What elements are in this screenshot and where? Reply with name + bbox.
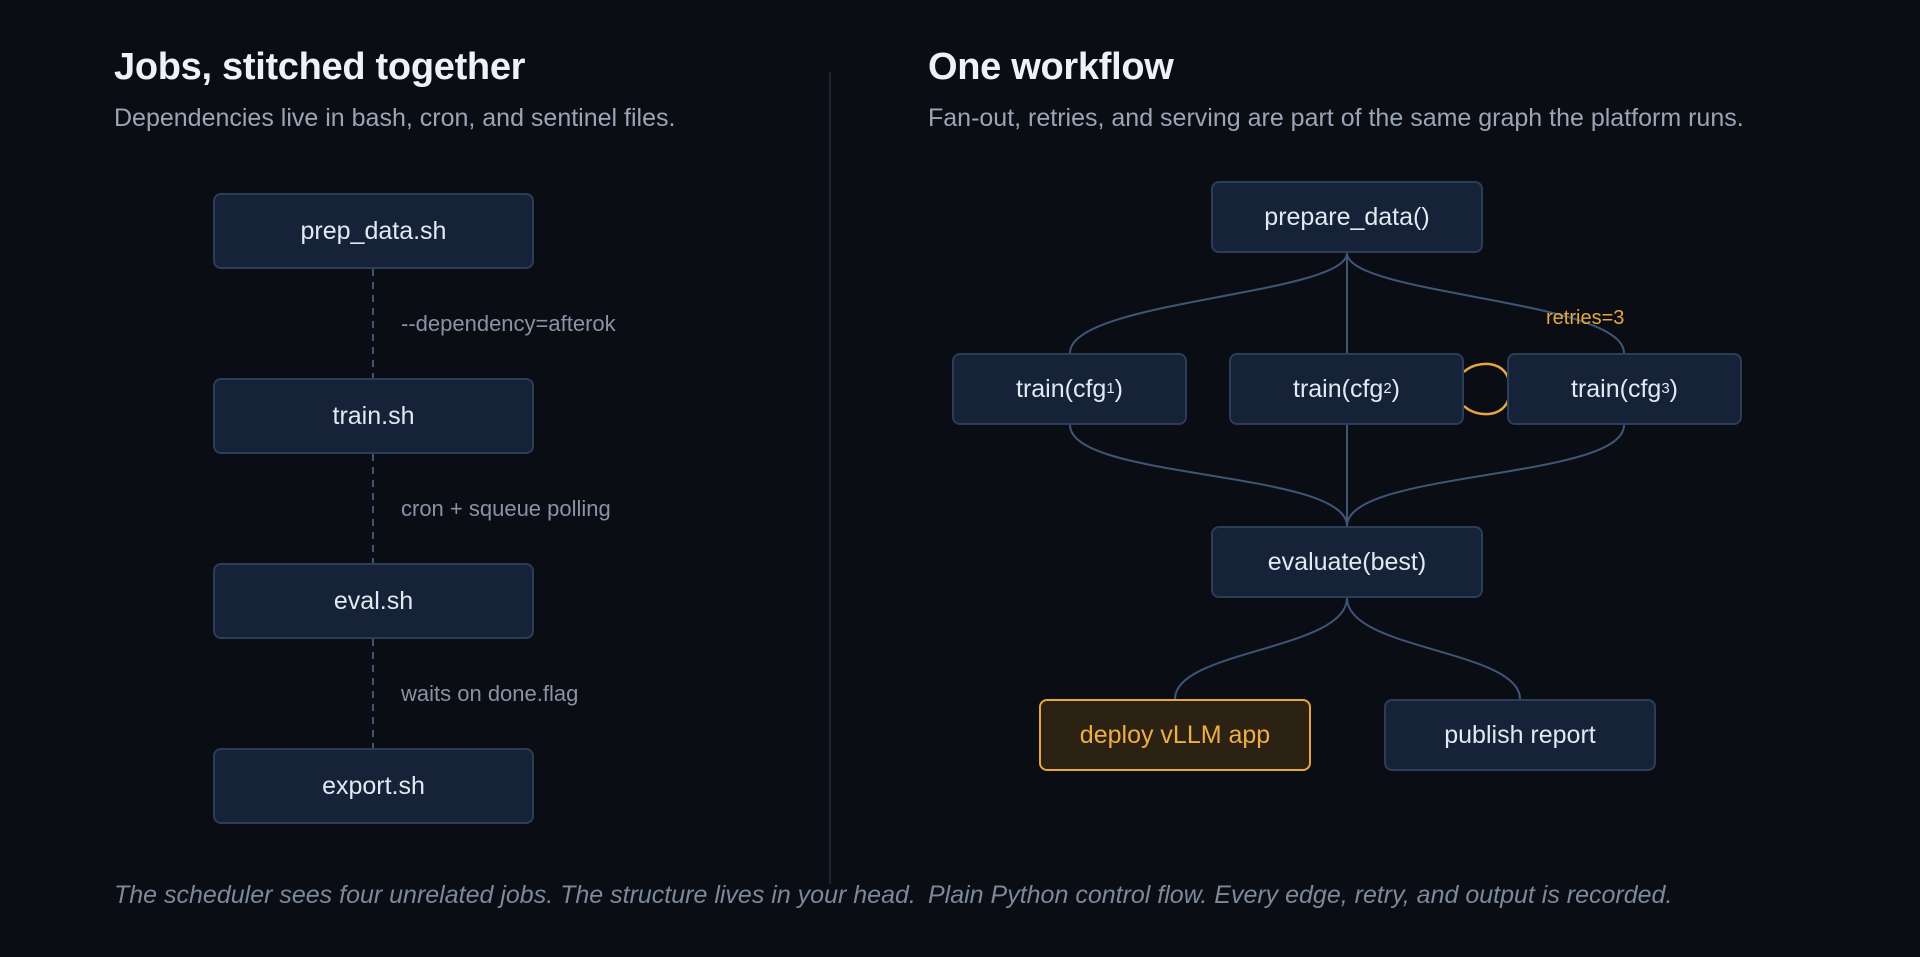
node-train-cfg3-suffix: ) <box>1669 374 1678 403</box>
right-caption: Plain Python control flow. Every edge, r… <box>928 881 1673 909</box>
left-title: Jobs, stitched together <box>114 46 526 88</box>
panel-divider <box>829 72 831 884</box>
node-train-cfg2-suffix: ) <box>1391 374 1400 403</box>
left-subtitle: Dependencies live in bash, cron, and sen… <box>114 104 676 132</box>
node-evaluate-best: evaluate(best) <box>1211 526 1483 598</box>
edge-evaluate-deploy <box>1174 597 1348 700</box>
node-prepare-data: prepare_data() <box>1211 181 1483 253</box>
retry-label: retries=3 <box>1546 307 1625 329</box>
right-title: One workflow <box>928 46 1174 88</box>
right-subtitle: Fan-out, retries, and serving are part o… <box>928 104 1744 132</box>
left-caption: The scheduler sees four unrelated jobs. … <box>114 881 916 909</box>
edge-train3-evaluate <box>1346 424 1625 527</box>
edge-label-dependency: --dependency=afterok <box>401 311 616 336</box>
node-publish-report: publish report <box>1384 699 1656 771</box>
edge-label-cron: cron + squeue polling <box>401 496 611 521</box>
node-train-cfg1-prefix: train(cfg <box>1016 374 1107 403</box>
node-train-cfg1: train(cfg 1) <box>952 353 1187 425</box>
edge-label-done-flag: waits on done.flag <box>401 681 579 706</box>
edge-prepare-train1 <box>1069 252 1348 354</box>
node-train-cfg3-prefix: train(cfg <box>1571 374 1662 403</box>
node-train-cfg1-suffix: ) <box>1114 374 1123 403</box>
node-prep-data: prep_data.sh <box>213 193 534 269</box>
node-eval-sh: eval.sh <box>213 563 534 639</box>
edge-prepare-train3 <box>1346 252 1625 354</box>
retry-loop <box>1463 362 1512 416</box>
node-train-cfg2-prefix: train(cfg <box>1293 374 1384 403</box>
edge-train1-evaluate <box>1069 424 1348 527</box>
node-deploy-vllm: deploy vLLM app <box>1039 699 1311 771</box>
node-train-sh: train.sh <box>213 378 534 454</box>
node-train-cfg2: train(cfg 2) <box>1229 353 1464 425</box>
edge-evaluate-publish <box>1346 597 1521 700</box>
node-export-sh: export.sh <box>213 748 534 824</box>
node-train-cfg3: train(cfg 3) <box>1507 353 1742 425</box>
